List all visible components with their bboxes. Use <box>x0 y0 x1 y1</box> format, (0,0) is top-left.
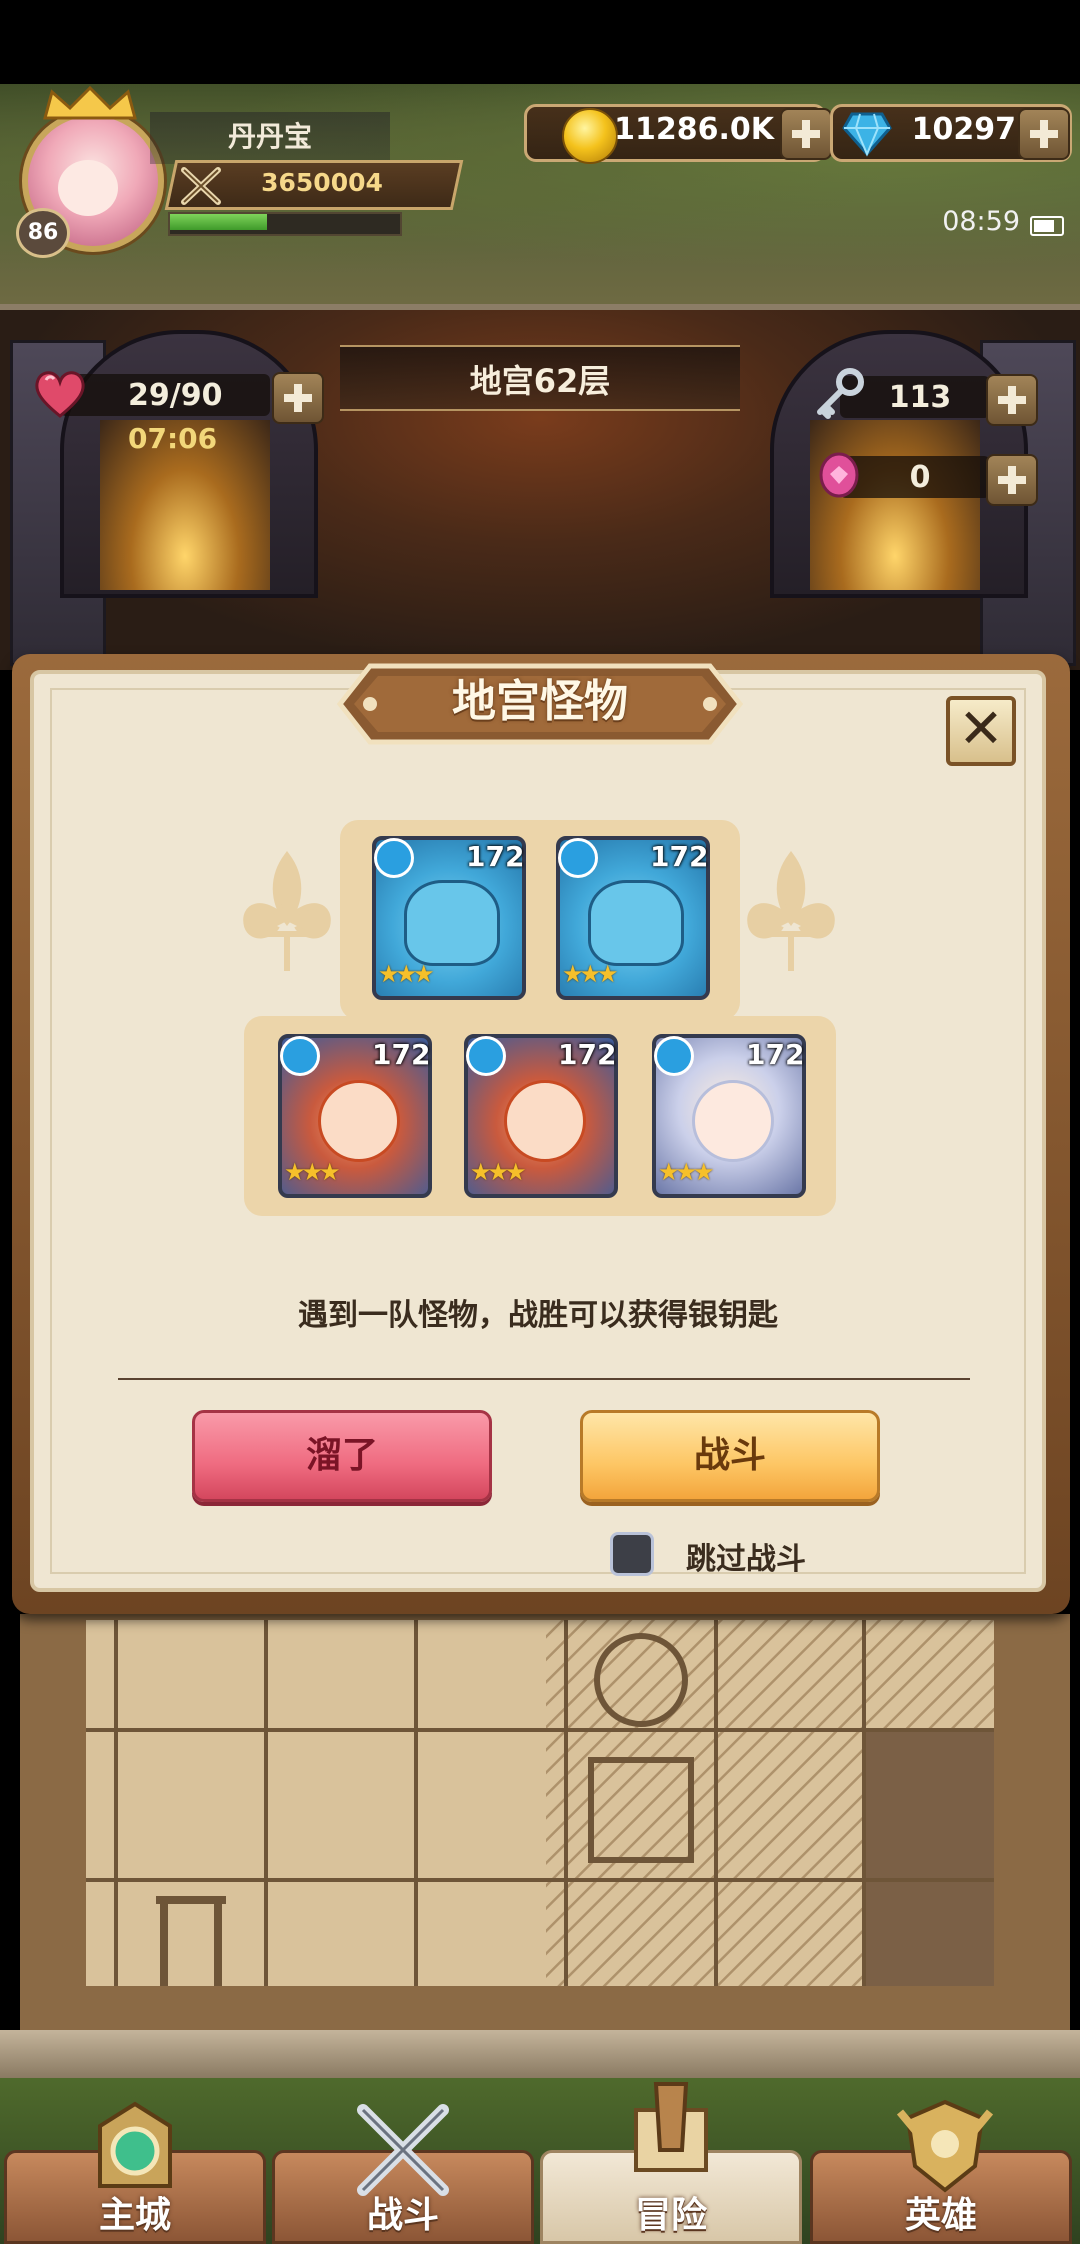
monster-level: 172 <box>746 1038 805 1071</box>
combat-power-value: 3650004 <box>261 168 383 197</box>
nav-label-hero: 英雄 <box>904 2195 977 2236</box>
crossed-swords-icon <box>357 2104 449 2196</box>
monster-level: 172 <box>466 840 525 873</box>
add-gold-button[interactable] <box>780 108 832 160</box>
monster-stars: ★★★ <box>470 1158 527 1186</box>
nav-label-city: 主城 <box>98 2195 171 2236</box>
floor-title: 地宫62层 <box>469 362 611 400</box>
stamina-value: 29/90 <box>128 378 223 413</box>
diamond-amount: 10297 <box>911 112 1016 147</box>
status-strip <box>0 0 1080 84</box>
nav-label-adventure: 冒险 <box>634 2195 707 2236</box>
avatar-face <box>58 160 118 216</box>
player-name: 丹丹宝 <box>227 120 312 153</box>
egg-count: 0 <box>909 460 931 495</box>
skip-battle-label[interactable]: 跳过战斗 <box>686 1534 806 1578</box>
red-hair-warrior-portrait <box>504 1080 586 1162</box>
blue-beast-portrait <box>588 880 684 966</box>
monster-faction-icon <box>654 1036 694 1076</box>
dungeon-board <box>86 1620 994 1986</box>
monster-stars: ★★★ <box>284 1158 341 1186</box>
silver-key-icon <box>817 368 864 419</box>
heart-icon <box>35 371 85 418</box>
monster-faction-icon <box>558 838 598 878</box>
pink-egg-icon <box>819 452 859 498</box>
dialog-divider <box>118 1378 970 1380</box>
add-keys-button[interactable] <box>986 374 1038 426</box>
monster-faction-icon <box>374 838 414 878</box>
red-hair-warrior-portrait <box>318 1080 400 1162</box>
silver-key-count: 113 <box>888 380 952 415</box>
monster-level: 172 <box>650 840 709 873</box>
monster-faction-icon <box>280 1036 320 1076</box>
crown-icon <box>43 86 137 120</box>
monster-stars: ★★★ <box>378 960 435 988</box>
blue-beast-portrait <box>404 880 500 966</box>
city-icon <box>98 2101 172 2188</box>
add-eggs-button[interactable] <box>986 454 1038 506</box>
map-scroll-icon <box>634 2082 708 2172</box>
battery-level <box>1034 220 1054 232</box>
monster-level: 172 <box>372 1038 431 1071</box>
glowing-doorway-right <box>810 420 980 590</box>
add-diamond-button[interactable] <box>1018 108 1070 160</box>
silver-hair-girl-portrait <box>692 1080 774 1162</box>
dialog-message: 遇到一队怪物，战胜可以获得银钥匙 <box>298 1298 778 1333</box>
stamina-timer: 07:06 <box>128 422 218 455</box>
diamond-icon <box>842 112 892 157</box>
flee-button[interactable]: 溜了 <box>192 1410 492 1502</box>
fleur-de-lis-left-icon <box>243 850 331 971</box>
close-icon[interactable]: ✕ <box>946 694 1016 764</box>
nav-label-battle: 战斗 <box>366 2195 439 2236</box>
add-stamina-button[interactable] <box>272 372 324 424</box>
crossed-swords-icon <box>181 167 221 205</box>
monster-faction-icon <box>466 1036 506 1076</box>
dialog-title: 地宫怪物 <box>452 676 628 727</box>
board-grid <box>86 1620 994 1986</box>
flee-button-label: 溜了 <box>305 1435 378 1476</box>
gold-coin-icon <box>562 108 618 164</box>
board-bottom-edge <box>0 2030 1080 2078</box>
fight-button-label: 战斗 <box>693 1435 766 1476</box>
hero-crest-icon <box>896 2099 994 2193</box>
monster-level: 172 <box>558 1038 617 1071</box>
monster-stars: ★★★ <box>658 1158 715 1186</box>
player-level-badge: 86 <box>16 208 70 258</box>
fight-button[interactable]: 战斗 <box>580 1410 880 1502</box>
gold-amount: 11286.0K <box>614 112 774 147</box>
monster-stars: ★★★ <box>562 960 619 988</box>
clock: 08:59 <box>942 206 1020 237</box>
skip-battle-checkbox[interactable] <box>610 1532 654 1576</box>
fleur-de-lis-right-icon <box>747 850 835 971</box>
exp-bar-fill <box>170 214 267 230</box>
